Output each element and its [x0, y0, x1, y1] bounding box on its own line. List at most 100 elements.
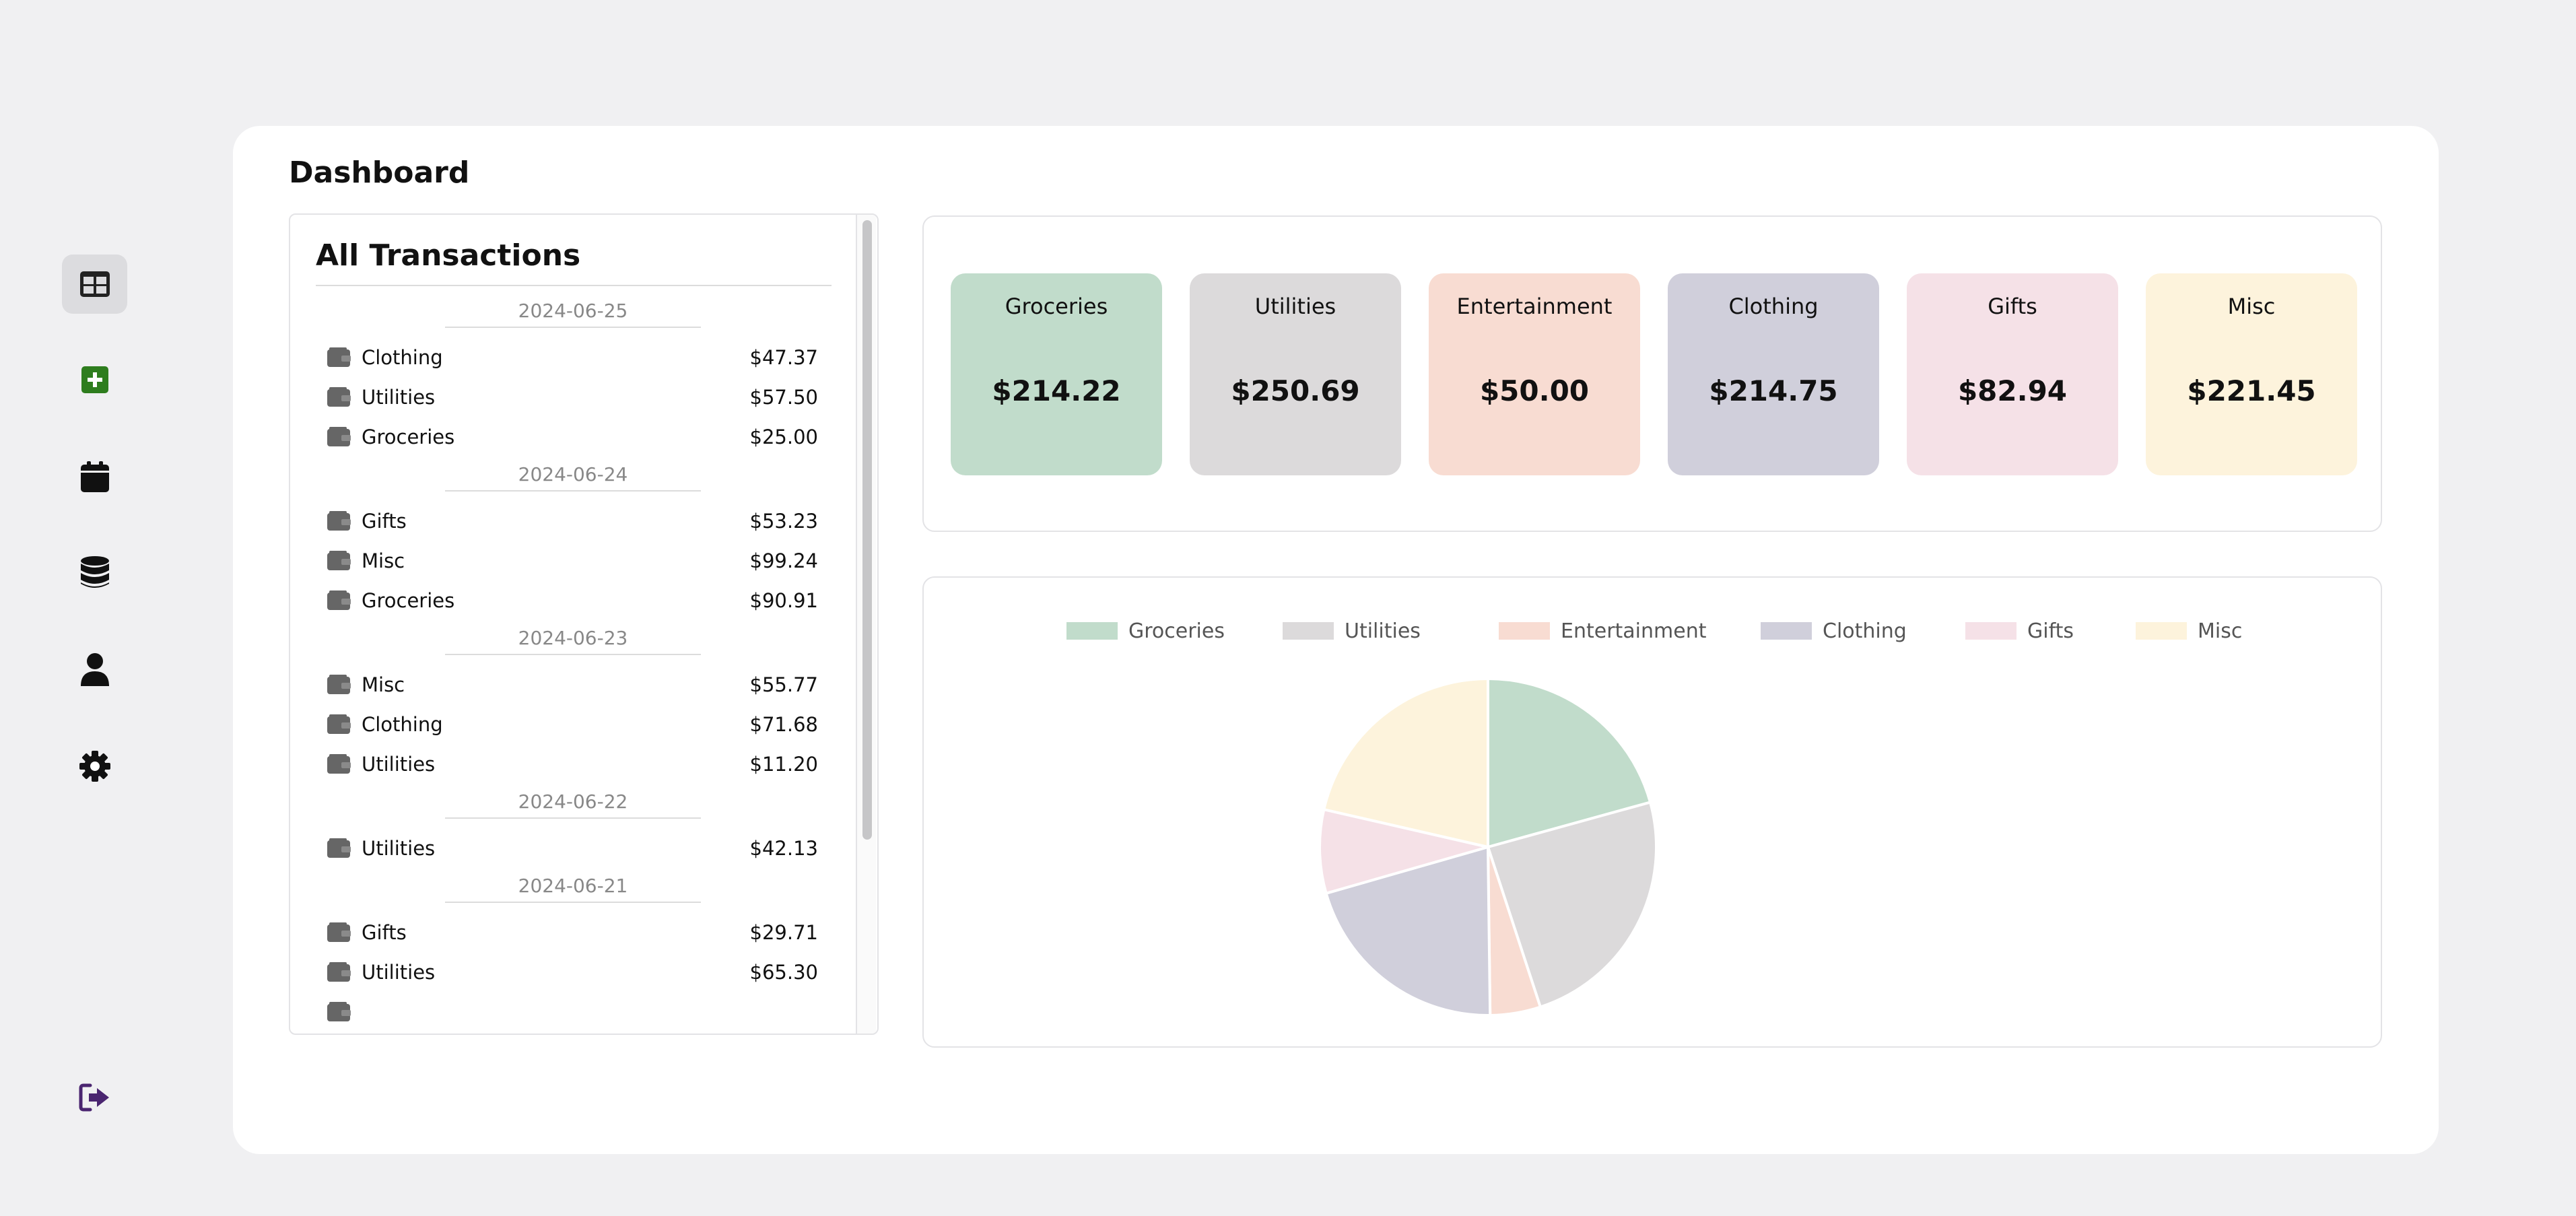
date-separator: 2024-06-22 — [445, 786, 701, 819]
transaction-category: Groceries — [362, 425, 455, 448]
legend-label[interactable]: Entertainment — [1561, 619, 1707, 643]
transaction-row[interactable]: Groceries $90.91 — [290, 580, 849, 620]
category-name: Utilities — [1254, 294, 1336, 319]
transactions-list[interactable]: 2024-06-25 Clothing $47.37 Utilities $57.50 G… — [290, 296, 849, 1034]
transaction-row[interactable]: Gifts $29.71 — [290, 912, 849, 952]
transaction-row[interactable]: Misc $99.24 — [290, 541, 849, 580]
transaction-category: Utilities — [362, 836, 436, 860]
date-separator: 2024-06-23 — [445, 623, 701, 655]
transaction-amount: $11.20 — [749, 752, 818, 776]
transaction-row[interactable]: Misc $55.77 — [290, 665, 849, 704]
category-name: Entertainment — [1456, 294, 1613, 319]
legend-swatch[interactable] — [2136, 622, 2187, 640]
category-chart-panel: Groceries Utilities Entertainment Clothing G… — [922, 576, 2382, 1048]
nav-dashboard-button[interactable] — [62, 255, 127, 314]
logout-button[interactable] — [62, 1068, 127, 1127]
wallet-icon — [327, 347, 352, 368]
legend-label[interactable]: Groceries — [1128, 619, 1225, 643]
wallet-icon — [327, 714, 352, 735]
wallet-icon — [327, 922, 352, 943]
transaction-row[interactable]: Utilities $57.50 — [290, 377, 849, 417]
legend-label[interactable]: Clothing — [1823, 619, 1907, 643]
transaction-amount: $65.30 — [749, 960, 818, 984]
date-separator: 2024-06-24 — [445, 459, 701, 492]
logout-icon — [79, 1083, 109, 1112]
category-name: Misc — [2227, 294, 2276, 319]
category-card-clothing[interactable]: Clothing $214.75 — [1668, 273, 1879, 475]
legend-swatch[interactable] — [1761, 622, 1812, 640]
transaction-row[interactable]: Gifts $53.23 — [290, 501, 849, 541]
page-title: Dashboard — [289, 156, 470, 190]
calendar-icon — [80, 461, 109, 492]
category-total: $50.00 — [1479, 374, 1590, 407]
nav-profile-button[interactable] — [62, 640, 127, 699]
transaction-category: Clothing — [362, 345, 443, 369]
wallet-icon — [327, 674, 352, 696]
legend-label[interactable]: Utilities — [1345, 619, 1421, 643]
legend-swatch[interactable] — [1965, 622, 2016, 640]
legend-label[interactable]: Gifts — [2027, 619, 2074, 643]
transaction-row[interactable]: Utilities $11.20 — [290, 744, 849, 784]
scrollbar-thumb[interactable] — [862, 220, 872, 840]
nav-database-button[interactable] — [62, 543, 127, 602]
transactions-scrollbar[interactable] — [856, 215, 876, 1034]
category-card-entertainment[interactable]: Entertainment $50.00 — [1429, 273, 1640, 475]
legend-swatch[interactable] — [1066, 622, 1118, 640]
transactions-heading: All Transactions — [316, 234, 832, 286]
user-icon — [80, 653, 109, 686]
transaction-amount: $90.91 — [749, 588, 818, 612]
transaction-amount: $57.50 — [749, 385, 818, 409]
transaction-row[interactable]: Clothing $71.68 — [290, 704, 849, 744]
gear-icon — [79, 751, 110, 782]
category-name: Clothing — [1728, 294, 1819, 319]
transaction-category: Utilities — [362, 960, 436, 984]
transaction-category: Utilities — [362, 385, 436, 409]
sidebar — [0, 0, 189, 1216]
category-total: $214.22 — [992, 374, 1121, 407]
wallet-icon — [327, 550, 352, 572]
transaction-category: Gifts — [362, 920, 407, 944]
category-card-utilities[interactable]: Utilities $250.69 — [1190, 273, 1401, 475]
transaction-amount: $71.68 — [749, 712, 818, 736]
category-total: $214.75 — [1709, 374, 1838, 407]
transaction-row[interactable] — [290, 992, 849, 1032]
transaction-amount: $25.00 — [749, 425, 818, 448]
transaction-group: 2024-06-21 Gifts $29.71 Utilities $65.30 — [290, 871, 849, 1032]
category-total: $221.45 — [2187, 374, 2316, 407]
transaction-amount: $42.13 — [749, 836, 818, 860]
category-card-misc[interactable]: Misc $221.45 — [2146, 273, 2357, 475]
table-icon — [79, 271, 110, 297]
database-icon — [80, 556, 109, 588]
nav-calendar-button[interactable] — [62, 447, 127, 506]
wallet-icon — [327, 753, 352, 775]
transaction-row[interactable]: Utilities $42.13 — [290, 828, 849, 868]
main-card: Dashboard All Transactions 2024-06-25 Clo… — [233, 126, 2439, 1154]
transaction-amount: $47.37 — [749, 345, 818, 369]
transaction-row[interactable]: Utilities $65.30 — [290, 952, 849, 992]
nav-add-transaction-button[interactable] — [62, 350, 127, 409]
nav-settings-button[interactable] — [62, 737, 127, 796]
wallet-icon — [327, 510, 352, 532]
transaction-category: Gifts — [362, 509, 407, 533]
wallet-icon — [327, 961, 352, 983]
transaction-group: 2024-06-25 Clothing $47.37 Utilities $57.50 G… — [290, 296, 849, 457]
transaction-amount: $55.77 — [749, 673, 818, 696]
legend-label[interactable]: Misc — [2198, 619, 2242, 643]
category-name: Groceries — [1005, 294, 1108, 319]
category-total: $250.69 — [1231, 374, 1360, 407]
transaction-amount: $99.24 — [749, 549, 818, 572]
transaction-amount: $53.23 — [749, 509, 818, 533]
wallet-icon — [327, 838, 352, 859]
transaction-row[interactable]: Groceries $25.00 — [290, 417, 849, 457]
category-card-gifts[interactable]: Gifts $82.94 — [1907, 273, 2118, 475]
transaction-group: 2024-06-23 Misc $55.77 Clothing $71.68 Utilit… — [290, 623, 849, 784]
transactions-panel[interactable]: All Transactions 2024-06-25 Clothing $47.3… — [289, 213, 879, 1035]
legend-swatch[interactable] — [1283, 622, 1334, 640]
pie-chart: Groceries Utilities Entertainment Clothing G… — [1066, 619, 2242, 1017]
date-separator: 2024-06-25 — [445, 296, 701, 328]
date-separator: 2024-06-21 — [445, 871, 701, 903]
category-card-groceries[interactable]: Groceries $214.22 — [951, 273, 1162, 475]
transaction-row[interactable]: Clothing $47.37 — [290, 337, 849, 377]
legend-swatch[interactable] — [1499, 622, 1550, 640]
transaction-category: Groceries — [362, 588, 455, 612]
